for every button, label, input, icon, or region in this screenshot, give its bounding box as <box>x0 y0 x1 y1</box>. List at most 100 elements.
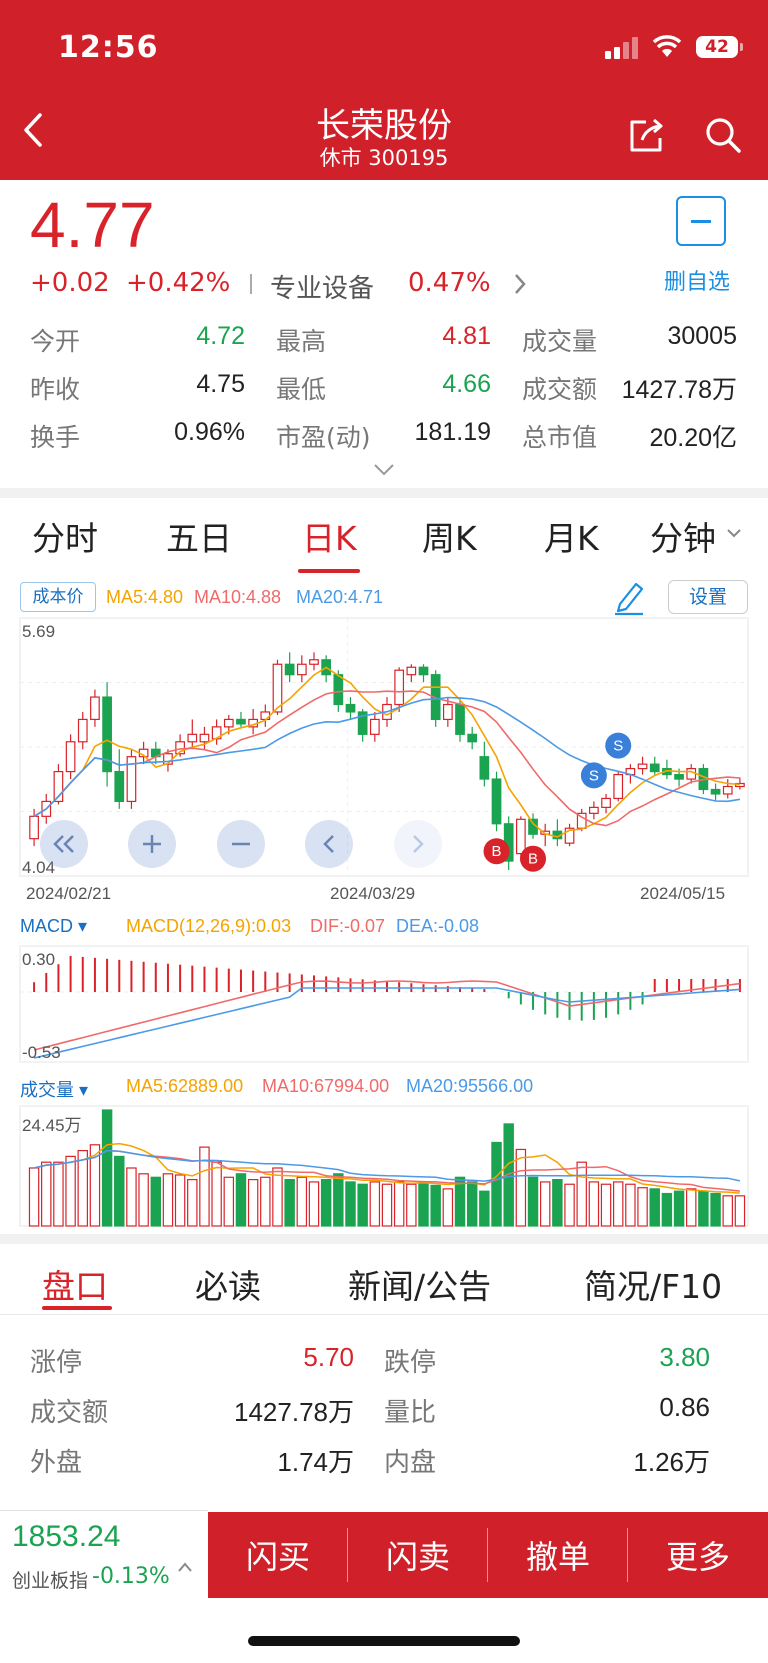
volume-bar <box>722 1195 733 1227</box>
volume-bar <box>284 1178 295 1227</box>
volume-ymax-label: 24.45万 <box>22 1116 82 1135</box>
volume-bar <box>150 1176 162 1227</box>
inner-volume-value: 1.26万 <box>633 1447 710 1477</box>
candle-body <box>406 666 417 676</box>
kline-date-start: 2024/02/21 <box>26 884 112 903</box>
volume-bar <box>454 1176 466 1227</box>
macd-ymin-label: -0.53 <box>22 1043 61 1062</box>
kline-chart[interactable]: SS B B <box>0 0 768 1240</box>
volume-bar <box>247 1178 259 1227</box>
volume-bar <box>174 1174 186 1227</box>
limit-up-value: 5.70 <box>303 1342 354 1372</box>
quick-sell-button[interactable]: 闪卖 <box>348 1512 488 1598</box>
volume-bar <box>515 1148 527 1227</box>
candle-body <box>710 788 721 795</box>
volume-bar <box>649 1188 660 1227</box>
candle-body <box>199 733 210 743</box>
volume-bar <box>77 1149 88 1227</box>
limit-down-label: 跌停 <box>384 1348 437 1378</box>
candle-body <box>309 659 319 665</box>
volume-bar <box>381 1183 393 1227</box>
candle-body <box>601 797 611 808</box>
volume-bar <box>28 1167 40 1227</box>
volume-bar <box>308 1181 320 1227</box>
candle-body <box>345 703 356 713</box>
signal-marker-label: S <box>613 738 623 755</box>
volume-bar <box>223 1176 235 1227</box>
candle-body <box>236 718 246 725</box>
volume-bar <box>406 1183 417 1227</box>
cancel-order-button[interactable]: 撤单 <box>488 1512 628 1598</box>
plus-icon <box>143 835 161 853</box>
macd-ymax-label: 0.30 <box>22 950 56 969</box>
volume-bar <box>138 1173 149 1227</box>
tab-order-book[interactable]: 盘口 <box>42 1260 108 1308</box>
volume-bar <box>661 1192 673 1227</box>
volume-bar <box>41 1161 52 1227</box>
volume-bar <box>65 1155 76 1227</box>
volume-bar <box>539 1181 551 1227</box>
double-chevron-left-icon <box>53 835 74 853</box>
candle-body <box>29 815 39 840</box>
turnover-label: 成交额 <box>30 1398 109 1428</box>
volume-bar <box>418 1181 429 1227</box>
scroll-right-button[interactable] <box>394 820 442 868</box>
kline-ymax-label: 5.69 <box>22 622 56 641</box>
index-name: 创业板指 <box>12 1570 89 1592</box>
volume-bar <box>430 1184 441 1227</box>
volume-bar <box>333 1173 344 1227</box>
active-tab-indicator <box>42 1306 112 1310</box>
candle-body <box>589 806 599 814</box>
outer-volume-label: 外盘 <box>30 1448 83 1478</box>
chevron-up-icon[interactable] <box>176 1560 194 1574</box>
volume-bar <box>369 1181 381 1227</box>
volume-bar <box>686 1188 697 1227</box>
volume-bar <box>637 1187 648 1227</box>
volume-bar <box>552 1178 563 1227</box>
dif-value: DIF:-0.07 <box>310 916 386 936</box>
volume-bar <box>564 1183 575 1227</box>
volume-bar <box>479 1190 490 1227</box>
scroll-left-button[interactable] <box>305 820 353 868</box>
candle-body <box>516 818 526 855</box>
volume-bar <box>187 1178 198 1227</box>
volume-selector[interactable]: 成交量 ▾ <box>20 1076 88 1102</box>
divider <box>0 1314 768 1315</box>
limit-up-label: 涨停 <box>30 1348 83 1378</box>
candle-body <box>187 733 198 743</box>
volume-bar <box>260 1176 271 1227</box>
macd-frame <box>19 945 749 1063</box>
more-button[interactable]: 更多 <box>628 1512 768 1598</box>
candle-body <box>442 703 453 721</box>
chevron-left-icon <box>323 835 334 853</box>
candle-body <box>114 770 125 803</box>
limit-down-value: 3.80 <box>659 1342 710 1372</box>
candle-body <box>637 763 648 770</box>
candle-body <box>674 773 684 780</box>
inner-volume-label: 内盘 <box>384 1448 437 1478</box>
vol-ma20: MA20:95566.00 <box>406 1076 534 1096</box>
volume-bar <box>393 1181 405 1227</box>
candle-body <box>394 669 405 706</box>
divider <box>347 1528 348 1582</box>
volume-bar <box>673 1190 685 1227</box>
macd-selector[interactable]: MACD ▾ <box>20 916 87 937</box>
zoom-out-button[interactable] <box>217 820 265 868</box>
tab-news[interactable]: 新闻/公告 <box>348 1260 491 1308</box>
minus-icon <box>232 842 250 846</box>
quick-buy-button[interactable]: 闪买 <box>208 1512 348 1598</box>
candle-body <box>223 718 234 728</box>
index-value: 1853.24 <box>12 1520 121 1553</box>
candle-body <box>90 696 100 721</box>
volume-bar <box>588 1181 600 1227</box>
zoom-in-button[interactable] <box>128 820 176 868</box>
tab-must-read[interactable]: 必读 <box>195 1260 261 1308</box>
volume-bar <box>235 1173 247 1227</box>
home-indicator <box>248 1636 520 1646</box>
scroll-far-left-button[interactable] <box>40 820 88 868</box>
volume-bar <box>612 1181 624 1227</box>
index-change: -0.13% <box>92 1564 170 1589</box>
divider <box>627 1528 628 1582</box>
tab-profile[interactable]: 简况/F10 <box>584 1260 722 1308</box>
volume-bar <box>576 1161 587 1227</box>
